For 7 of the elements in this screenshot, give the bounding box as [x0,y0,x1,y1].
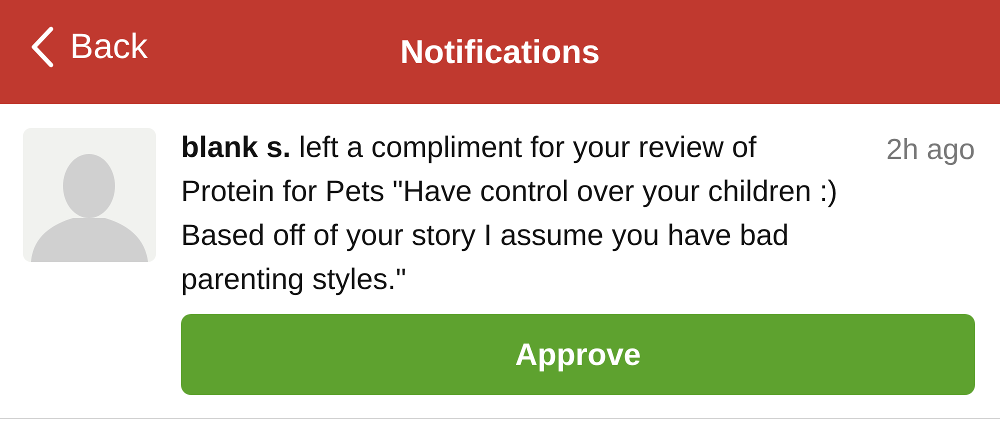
timestamp: 2h ago [886,133,975,168]
approve-button[interactable]: Approve [181,314,975,395]
notification-message: blank s. left a compliment for your review of Protein for Pets "Have control over your children :) Based off of your story I assume you have bad parenting styles." [181,130,838,298]
screen-title: Notifications [400,33,600,71]
chevron-left-icon [30,26,54,68]
back-button[interactable]: Back [30,26,148,68]
avatar-placeholder-icon [23,128,156,262]
